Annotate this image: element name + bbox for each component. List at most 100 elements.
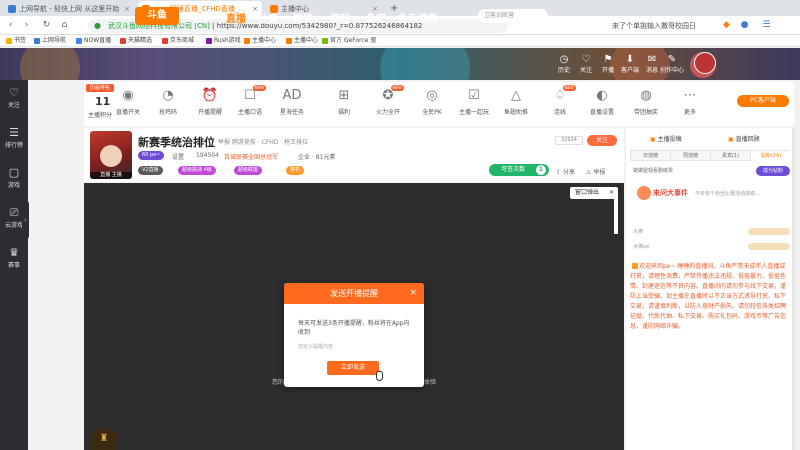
douyu-logo[interactable]: 斗鱼	[135, 7, 179, 25]
bookmark-item[interactable]: 书签	[6, 36, 26, 46]
tab-daily-rank[interactable]: 日流榜	[631, 151, 671, 161]
back-button[interactable]: ‹	[4, 19, 17, 32]
follow-button[interactable]: ♡ 关注	[574, 54, 598, 74]
new-tab-button[interactable]: +	[386, 1, 398, 16]
forward-button[interactable]: ›	[20, 19, 33, 32]
function-item[interactable]: ◐ 直播设置	[582, 88, 622, 116]
become-diamond-fan-button[interactable]: 成为钻粉	[756, 166, 790, 176]
function-item[interactable]: ⏰ 开播提醒	[190, 88, 230, 116]
sign-count-pill[interactable]: 可签次数 1	[489, 164, 549, 176]
bookmark-item[interactable]: 官方 GeForce 驱	[322, 36, 376, 46]
tab-diamond-fans[interactable]: 钻粉(24)	[751, 151, 791, 161]
function-item[interactable]: ⊞ 福利	[324, 88, 364, 116]
sidebar-item-ranking[interactable]: ☰ 排行榜	[0, 126, 28, 149]
nav-live[interactable]: 直播	[226, 10, 246, 25]
sidebar-item-follow[interactable]: ♡ 关注	[0, 86, 28, 109]
event-banner[interactable]: 来问大事件 今日有个粉丝比赛活动成绩...	[633, 186, 790, 202]
site-search-input[interactable]: 卫客训练营	[478, 9, 548, 23]
bookmark-item[interactable]: NOW直播	[76, 36, 111, 46]
function-label: 直播开关	[115, 109, 140, 116]
tab-live-review[interactable]: ▣ 直播回顾	[728, 134, 760, 143]
sidebar-item-game[interactable]: ▢ 游戏	[0, 166, 28, 189]
function-item[interactable]: AD 星海任务	[272, 88, 312, 116]
user-avatar[interactable]	[694, 52, 716, 74]
sidebar-item-events[interactable]: ♛ 赛事	[0, 246, 28, 269]
function-item[interactable]: ✪ 火力全开 NEW	[368, 85, 408, 116]
history-button[interactable]: ◷ 历史	[552, 54, 576, 74]
tab-vip[interactable]: 贵宾(1)	[711, 151, 751, 161]
client-button[interactable]: ⬇ 客户端	[618, 54, 642, 74]
sidebar-collapse-handle[interactable]: ›	[22, 200, 29, 240]
v2-badge: V2直播	[138, 166, 163, 175]
follow-anchor-button[interactable]: 关注	[587, 135, 617, 146]
right-scrollbar[interactable]	[792, 128, 795, 450]
challenge-badge[interactable]: 超级挑战 4级	[178, 166, 216, 175]
nav-video[interactable]: 视频	[293, 10, 313, 25]
event-desc: 今日有个粉丝比赛活动成绩...	[695, 191, 760, 197]
sign-count: 1	[536, 165, 546, 175]
close-icon[interactable]: ×	[124, 5, 130, 13]
bookmark-item[interactable]: Rush游戏	[206, 36, 241, 46]
function-icon: ◔	[162, 88, 174, 103]
pip-popout-button[interactable]: 窗口弹出 ×	[570, 187, 618, 199]
nav-home[interactable]: 首页	[193, 10, 213, 25]
bookmark-item[interactable]: 京东商城	[162, 36, 194, 46]
nav-fishbar[interactable]: 鱼吧	[366, 10, 386, 25]
close-icon[interactable]: ×	[409, 283, 417, 304]
bookmark-item[interactable]: 主播中心	[286, 36, 318, 46]
reminder-input[interactable]: 自定义提醒内容	[298, 343, 333, 350]
nav-game[interactable]: 游戏	[330, 10, 350, 25]
function-item[interactable]: ⋯ 更多	[670, 88, 710, 116]
function-item[interactable]: △ 鱼翅助推	[496, 88, 536, 116]
rank-badge[interactable]: 排名	[286, 166, 305, 175]
function-item[interactable]: ◎ 全民PK	[412, 88, 452, 116]
account-icon[interactable]: ●	[738, 19, 751, 32]
function-icon: ◉	[122, 88, 134, 103]
bookmark-item[interactable]: 天猫精选	[120, 36, 152, 46]
bookmark-icon	[34, 38, 40, 44]
share-button[interactable]: ⇪ 分享	[556, 167, 575, 176]
room-category[interactable]: 举报 网游竞技 · CFHD · 枪王排位	[218, 137, 308, 146]
player-scroll-handle[interactable]	[614, 198, 618, 234]
dialog-text: 每天可发送3条开播提醒，粉丝将在App内收到	[298, 320, 410, 336]
bookmark-icon	[6, 38, 12, 44]
pc-client-button[interactable]: PC客户端	[737, 95, 789, 107]
tab-weekly-rank[interactable]: 周流榜	[671, 151, 711, 161]
browser-search-suggest[interactable]: 来了个单挑输入撒哥校园日	[612, 19, 712, 33]
reload-button[interactable]: ↻	[40, 19, 53, 32]
bookmarks-bar: 书签 上网导航 NOW直播 天猫精选 京东商城 Rush游戏 主播中心 主播中心 官方 GeFo…	[0, 35, 800, 47]
tab-anchor-submission[interactable]: ▣ 主播投稿	[650, 134, 682, 143]
function-item[interactable]: ♤ 连线 NEW	[540, 85, 580, 116]
room-setting[interactable]: 设置	[172, 152, 184, 161]
nav-category[interactable]: 分类	[258, 10, 278, 25]
chat-user[interactable]: 大捧pe	[633, 243, 649, 250]
bookmark-item[interactable]: 上网导航	[34, 36, 66, 46]
function-label: 开播提醒	[197, 109, 222, 116]
function-item[interactable]: ☐ 主播口语 NEW	[230, 85, 270, 116]
extension-icon[interactable]: ◆	[720, 19, 733, 32]
report-button[interactable]: ⚠ 举报	[586, 167, 605, 176]
castle-icon[interactable]: ♜	[90, 428, 118, 450]
league-badge[interactable]: 超级联盟	[234, 166, 263, 175]
browser-tab-nav[interactable]: 上网导航 - 轻快上网 从这里开始 ×	[4, 1, 134, 16]
nav-festival[interactable]: 鱼乐盛典	[398, 10, 438, 25]
start-live-button[interactable]: ⚑ 开播	[596, 54, 620, 74]
home-button[interactable]: ⌂	[58, 19, 71, 32]
send-now-button[interactable]: 立即发送	[327, 361, 379, 375]
room-company: 企业 · 81元素	[298, 154, 336, 161]
function-label: 鱼翅助推	[503, 109, 528, 116]
function-item[interactable]: ◔ 抢鸡码	[148, 88, 188, 116]
browser-tab-anchor-center[interactable]: 主播中心 ×	[266, 1, 382, 16]
function-item[interactable]: ☑ 主播一起玩	[454, 88, 494, 116]
menu-icon[interactable]: ☰	[760, 19, 773, 32]
chat-user[interactable]: 大捧	[633, 228, 643, 235]
hot-count: 194504	[196, 152, 219, 159]
function-icon: AD	[282, 88, 302, 103]
anchor-avatar[interactable]: 直播 主播	[90, 131, 132, 179]
creator-center-button[interactable]: ✎ 创作中心	[660, 54, 684, 74]
function-item[interactable]: ◉ 直播开关	[108, 88, 148, 116]
function-label: 连线	[553, 109, 566, 116]
bookmark-item[interactable]: 主播中心	[244, 36, 276, 46]
function-item[interactable]: ◍ 带团抽奖	[626, 88, 666, 116]
new-tag: NEW	[390, 85, 404, 91]
